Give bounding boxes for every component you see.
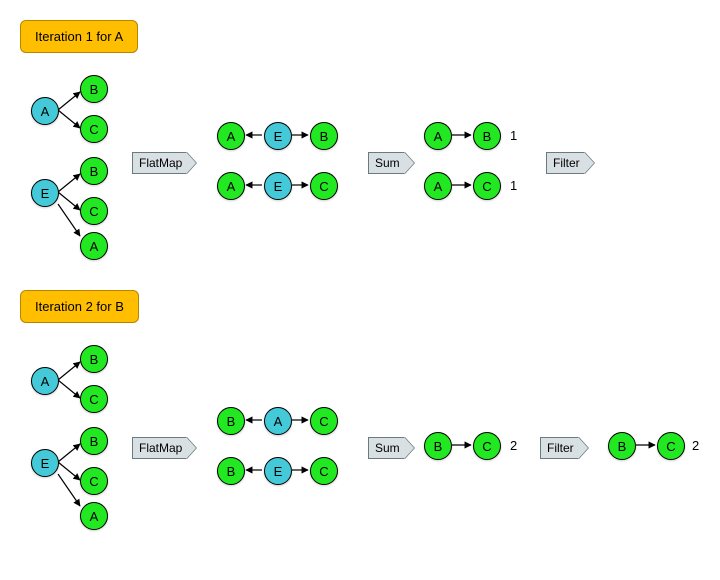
node-fm1-B: B xyxy=(310,122,338,150)
node2-child-B2: B xyxy=(80,427,108,455)
node2-fm1-B: B xyxy=(217,407,245,435)
sum-tag-1: Sum xyxy=(368,152,405,174)
filter-tag-2: Filter xyxy=(540,437,579,459)
node-sm1-A: A xyxy=(424,122,452,150)
node2-child-B: B xyxy=(80,345,108,373)
links-svg-2 xyxy=(20,290,720,530)
node2-ft-C: C xyxy=(657,432,685,460)
node-fm2-A: A xyxy=(217,172,245,200)
iteration-title-2: Iteration 2 for B xyxy=(20,290,139,323)
iteration-2: Iteration 2 for B A B C E B C A FlatMap … xyxy=(20,290,700,530)
node2-child-C2: C xyxy=(80,467,108,495)
node2-fm1-A: A xyxy=(264,407,292,435)
count-sm2: 1 xyxy=(510,178,517,193)
count2-ft: 2 xyxy=(692,438,699,453)
node2-sm-B: B xyxy=(424,432,452,460)
node-fm2-E: E xyxy=(264,172,292,200)
count-sm1: 1 xyxy=(510,128,517,143)
node-sm1-B: B xyxy=(473,122,501,150)
node-child-C: C xyxy=(80,115,108,143)
node-child-A2: A xyxy=(80,232,108,260)
node2-fm2-C: C xyxy=(310,457,338,485)
node-fm1-A: A xyxy=(217,122,245,150)
iteration-title-1: Iteration 1 for A xyxy=(20,20,138,53)
node2-root-E: E xyxy=(31,449,59,477)
filter-tag-1: Filter xyxy=(546,152,585,174)
count2-sm: 2 xyxy=(510,438,517,453)
node2-fm1-C: C xyxy=(310,407,338,435)
node2-fm2-E: E xyxy=(264,457,292,485)
sum-tag-2: Sum xyxy=(368,437,405,459)
node2-sm-C: C xyxy=(473,432,501,460)
node-root-E: E xyxy=(31,179,59,207)
node2-fm2-B: B xyxy=(217,457,245,485)
flatmap-tag-1: FlatMap xyxy=(132,152,187,174)
node2-child-A2: A xyxy=(80,502,108,530)
node-child-B2: B xyxy=(80,157,108,185)
node-fm1-E: E xyxy=(264,122,292,150)
node-sm2-A: A xyxy=(424,172,452,200)
node-child-B: B xyxy=(80,75,108,103)
node2-root-A: A xyxy=(31,367,59,395)
node2-child-C: C xyxy=(80,385,108,413)
node-root-A: A xyxy=(31,97,59,125)
node-fm2-C: C xyxy=(310,172,338,200)
node-sm2-C: C xyxy=(473,172,501,200)
iteration-1: Iteration 1 for A A B C E B C A FlatMap … xyxy=(20,20,700,260)
node-child-C2: C xyxy=(80,197,108,225)
links-svg-1 xyxy=(20,20,720,260)
flatmap-tag-2: FlatMap xyxy=(132,437,187,459)
node2-ft-B: B xyxy=(608,432,636,460)
